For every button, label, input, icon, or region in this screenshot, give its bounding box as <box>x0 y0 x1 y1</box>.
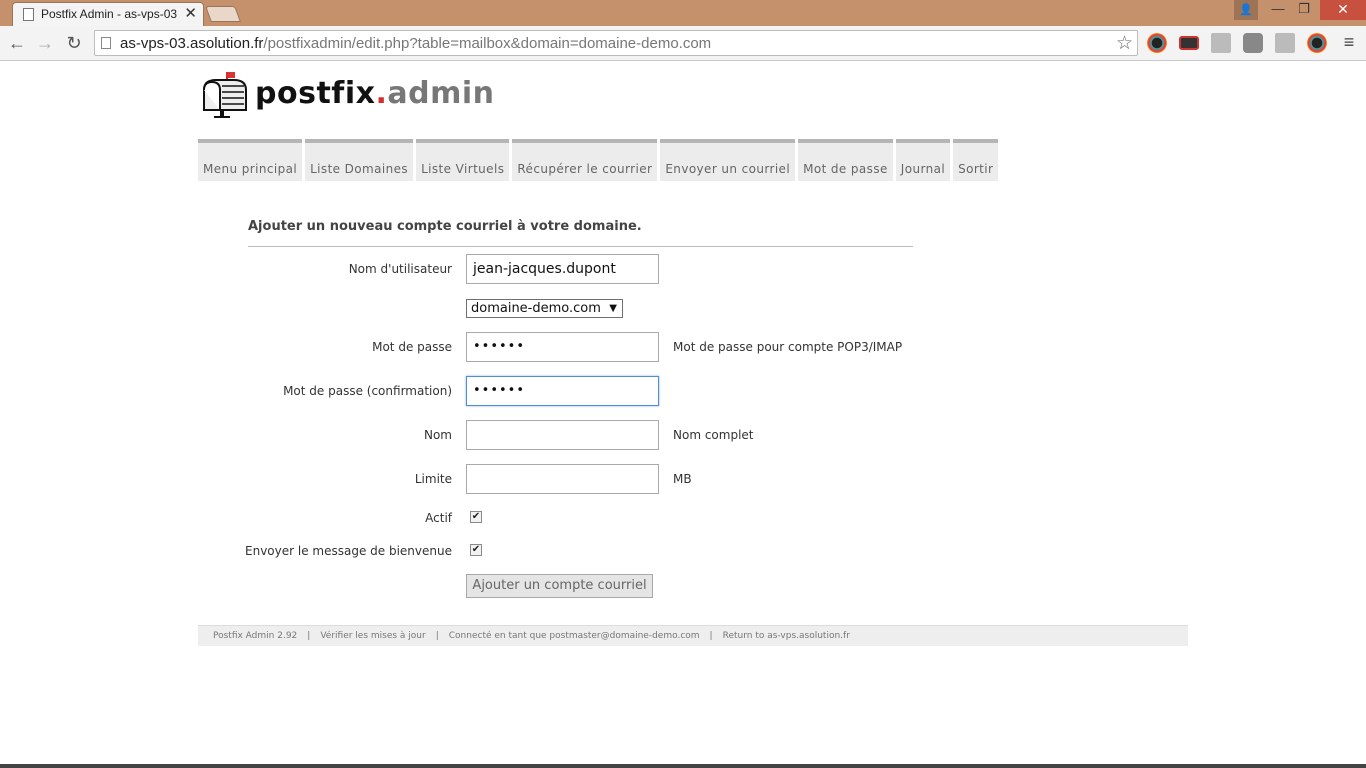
active-checkbox[interactable]: ✔ <box>470 511 482 523</box>
url-host: as-vps-03.asolution.fr <box>120 35 264 52</box>
domain-select-value: domaine-demo.com <box>471 301 601 316</box>
password-label: Mot de passe <box>372 340 452 354</box>
footer-separator: | <box>307 631 311 641</box>
extension-doc-icon[interactable] <box>1211 33 1231 53</box>
minimize-icon[interactable]: — <box>1265 0 1291 20</box>
mailbox-icon <box>203 72 247 118</box>
password-confirm-input[interactable]: •••••• <box>466 376 659 406</box>
footer: Postfix Admin 2.92 | Vérifier les mises à … <box>198 625 1188 646</box>
url-path: /postfixadmin/edit.php?table=mailbox&dom… <box>263 35 712 52</box>
footer-check-updates[interactable]: Vérifier les mises à jour <box>320 631 425 641</box>
username-input[interactable]: jean-jacques.dupont <box>466 254 659 284</box>
add-mailbox-button[interactable]: Ajouter un compte courriel <box>466 574 653 598</box>
browser-toolbar: ← → ↻ as-vps-03.asolution.fr/postfixadmi… <box>0 26 1366 61</box>
menu-item-logout[interactable]: Sortir <box>953 139 999 181</box>
menu-item-fetchmail[interactable]: Récupérer le courrier <box>512 139 658 181</box>
active-label: Actif <box>425 511 452 525</box>
dropdown-arrow-icon: ▼ <box>609 303 617 314</box>
form-title: Ajouter un nouveau compte courriel à vot… <box>248 219 642 234</box>
logo-suffix: admin <box>387 76 495 111</box>
tab-close-icon[interactable]: ✕ <box>184 5 197 23</box>
menu-item-domains[interactable]: Liste Domaines <box>305 139 414 181</box>
menu-item-main[interactable]: Menu principal <box>198 139 303 181</box>
password-input[interactable]: •••••• <box>466 332 659 362</box>
page-icon <box>23 8 34 21</box>
name-label: Nom <box>423 428 452 442</box>
welcome-checkbox[interactable]: ✔ <box>470 544 482 556</box>
password-hint: Mot de passe pour compte POP3/IMAP <box>673 340 903 354</box>
username-label: Nom d'utilisateur <box>348 262 452 276</box>
footer-separator: | <box>435 631 439 641</box>
user-profile-icon[interactable]: 👤 <box>1234 0 1258 20</box>
main-menu: Menu principal Liste Domaines Liste Virt… <box>198 139 1001 181</box>
welcome-label: Envoyer le message de bienvenue <box>245 544 452 558</box>
form-divider <box>248 246 913 247</box>
url-text: as-vps-03.asolution.fr/postfixadmin/edit… <box>120 35 711 52</box>
extension-mask-icon[interactable] <box>1179 36 1199 50</box>
quota-unit: MB <box>673 472 692 486</box>
address-bar[interactable]: as-vps-03.asolution.fr/postfixadmin/edit… <box>94 30 1138 56</box>
logo-dot: . <box>375 76 388 111</box>
logo-name: postfix <box>255 76 376 111</box>
extension-doc2-icon[interactable] <box>1275 33 1295 53</box>
footer-return-link[interactable]: Return to as-vps.asolution.fr <box>723 631 850 641</box>
domain-select[interactable]: domaine-demo.com ▼ <box>466 299 623 318</box>
hamburger-menu-icon[interactable]: ≡ <box>1339 32 1359 52</box>
forward-icon[interactable]: → <box>33 31 57 55</box>
restore-icon[interactable]: ❐ <box>1291 0 1317 20</box>
back-icon[interactable]: ← <box>5 31 29 55</box>
extension-color-icon[interactable] <box>1147 33 1167 53</box>
bookmark-star-icon[interactable]: ☆ <box>1116 32 1133 55</box>
browser-titlebar: Postfix Admin - as-vps-03 ✕ 👤 — ❐ ✕ <box>0 0 1366 26</box>
menu-item-virtuals[interactable]: Liste Virtuels <box>416 139 510 181</box>
extension-fox-icon[interactable] <box>1243 33 1263 53</box>
password-confirm-label: Mot de passe (confirmation) <box>283 384 452 398</box>
name-hint: Nom complet <box>673 428 754 442</box>
page-icon <box>101 37 111 49</box>
bottom-edge <box>0 764 1366 768</box>
quota-label: Limite <box>414 472 452 486</box>
footer-separator: | <box>709 631 713 641</box>
reload-icon[interactable]: ↻ <box>62 31 86 55</box>
tab-title: Postfix Admin - as-vps-03 <box>41 7 178 21</box>
menu-item-sendmail[interactable]: Envoyer un courriel <box>660 139 796 181</box>
menu-item-password[interactable]: Mot de passe <box>798 139 893 181</box>
footer-version[interactable]: Postfix Admin 2.92 <box>213 631 297 641</box>
browser-tab[interactable]: Postfix Admin - as-vps-03 ✕ <box>12 2 204 26</box>
menu-item-log[interactable]: Journal <box>895 139 951 181</box>
name-input[interactable] <box>466 420 659 450</box>
quota-input[interactable] <box>466 464 659 494</box>
close-window-icon[interactable]: ✕ <box>1320 0 1366 20</box>
footer-logged-in: Connecté en tant que postmaster@domaine-… <box>448 631 700 641</box>
extension-color2-icon[interactable] <box>1307 33 1327 53</box>
new-tab-button[interactable] <box>205 6 241 22</box>
logo-text: postfix.admin <box>255 76 495 111</box>
